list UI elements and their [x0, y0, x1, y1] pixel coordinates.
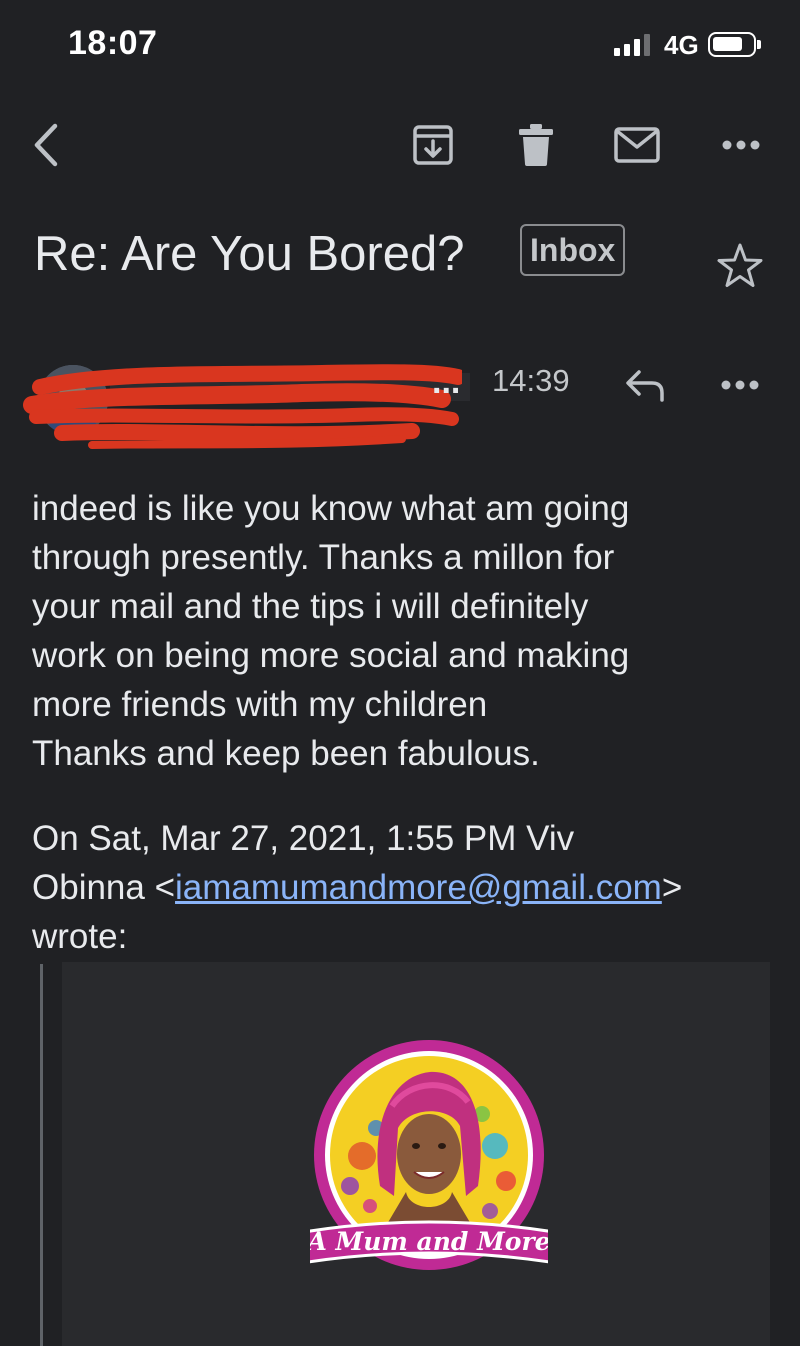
body-line: Thanks and keep been fabulous. [32, 734, 540, 773]
email-screen: 18:07 4G Re: Are You Bored? Inbox ... 14… [0, 0, 800, 1346]
chevron-left-icon [34, 123, 58, 167]
quoted-message: A Mum and More [62, 962, 770, 1346]
star-icon [717, 243, 763, 287]
reply-icon [626, 370, 664, 402]
status-time: 18:07 [68, 24, 158, 62]
quote-date-line: On Sat, Mar 27, 2021, 1:55 PM Viv [32, 819, 575, 858]
quote-attribution: On Sat, Mar 27, 2021, 1:55 PM Viv Obinna… [32, 814, 772, 961]
body-line: more friends with my children [32, 685, 488, 724]
body-line: work on being more social and making [32, 636, 630, 675]
sender-email-link[interactable]: iamamumandmore@gmail.com [175, 868, 662, 907]
more-options-button[interactable] [706, 100, 776, 190]
battery-icon [708, 32, 761, 57]
quote-sender-line: Obinna <iamamumandmore@gmail.com> [32, 863, 772, 912]
archive-icon [413, 125, 453, 165]
sender-name-ellipsis: ... [432, 363, 461, 401]
trash-icon [519, 124, 553, 166]
quote-wrote-line: wrote: [32, 917, 128, 956]
delete-button[interactable] [501, 100, 571, 190]
email-toolbar [0, 100, 800, 190]
back-button[interactable] [12, 100, 82, 190]
logo-text: A Mum and More [310, 1227, 548, 1256]
archive-button[interactable] [398, 100, 468, 190]
more-horizontal-icon [721, 380, 759, 390]
battery-fill [713, 37, 742, 51]
redaction-mark [23, 364, 462, 449]
network-type: 4G [664, 30, 699, 60]
quote-sender-prefix: Obinna < [32, 868, 176, 907]
mail-icon [614, 127, 660, 163]
signal-icon [614, 34, 654, 56]
email-body: indeed is like you know what am going th… [32, 484, 772, 778]
mark-unread-button[interactable] [602, 100, 672, 190]
label-badge[interactable]: Inbox [520, 224, 626, 276]
quote-bar [40, 964, 43, 1346]
reply-button[interactable] [614, 353, 678, 417]
brand-logo: A Mum and More [310, 1040, 548, 1270]
body-line: indeed is like you know what am going [32, 489, 630, 528]
body-line: through presently. Thanks a millon for [32, 538, 615, 577]
quote-sender-suffix: > [661, 868, 683, 907]
message-more-button[interactable] [708, 353, 772, 417]
status-bar: 18:07 4G [0, 0, 800, 90]
star-button[interactable] [714, 240, 766, 292]
more-horizontal-icon [722, 140, 760, 150]
sender-row[interactable]: ... 14:39 [0, 345, 800, 455]
email-time: 14:39 [492, 363, 570, 398]
email-subject: Re: Are You Bored? [34, 227, 465, 281]
body-line: your mail and the tips i will definitely [32, 587, 589, 626]
